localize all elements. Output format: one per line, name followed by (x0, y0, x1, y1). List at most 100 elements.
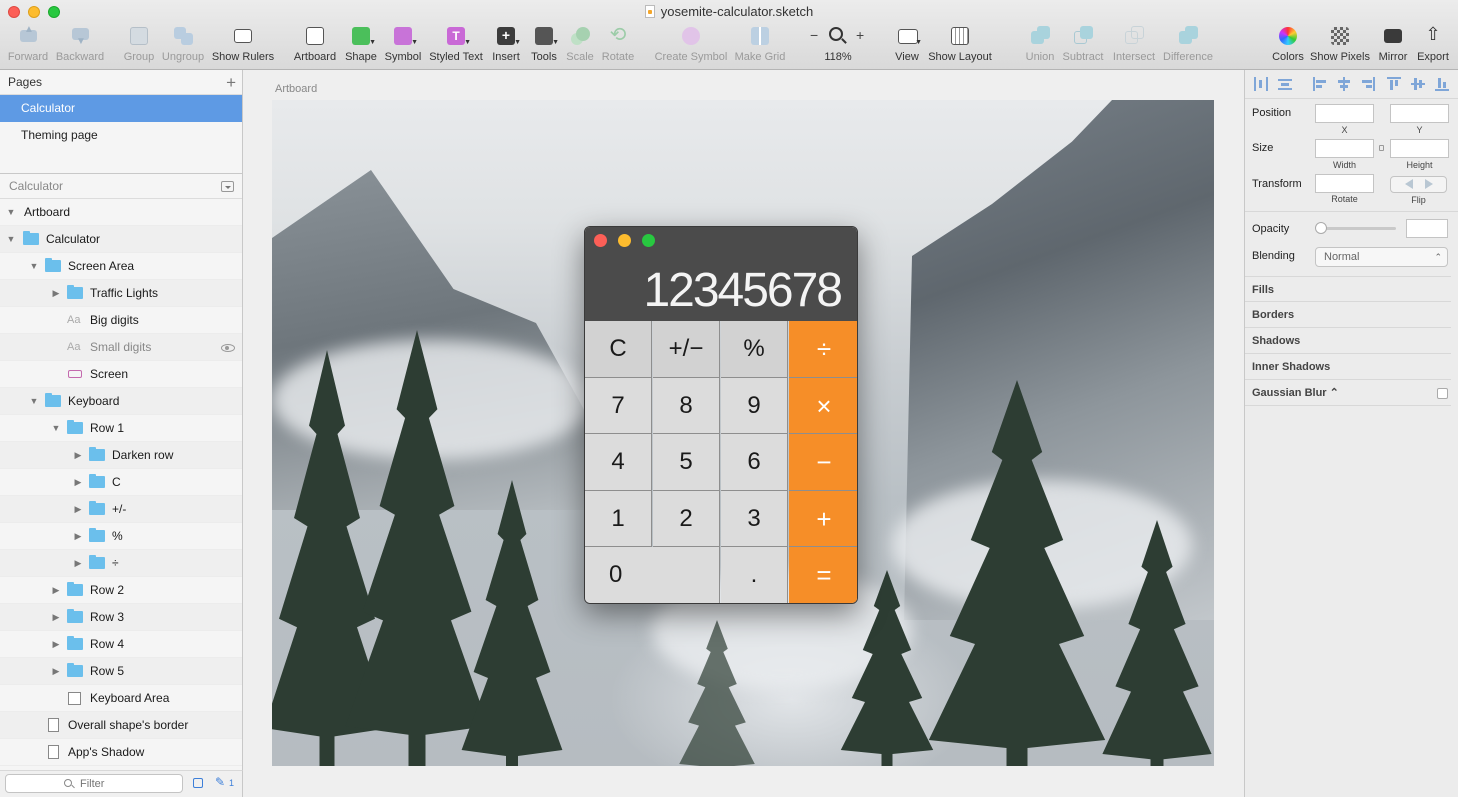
gaussian-blur-section[interactable]: Gaussian Blur ⌃ (1245, 380, 1451, 406)
flip-buttons[interactable] (1390, 176, 1447, 193)
layer-row[interactable]: Aa Big digits (0, 307, 242, 334)
calc-key[interactable]: 8 (653, 377, 720, 435)
layer-row[interactable]: Screen (0, 361, 242, 388)
calc-key[interactable]: 7 (585, 377, 652, 435)
page-item-calculator[interactable]: Calculator (0, 95, 242, 122)
layer-row[interactable]: ▼ Artboard (0, 199, 242, 226)
disclosure-expanded-icon[interactable]: ▼ (28, 253, 40, 280)
layer-row[interactable]: ▶ C (0, 469, 242, 496)
layer-row[interactable]: ▶ ÷ (0, 550, 242, 577)
scale-button[interactable]: Scale (564, 24, 596, 66)
calc-key[interactable]: . (721, 547, 788, 603)
align-right-icon[interactable] (1361, 77, 1375, 91)
disclosure-expanded-icon[interactable]: ▼ (50, 415, 62, 442)
styled-text-button[interactable]: T ▼ Styled Text (428, 24, 484, 66)
width-field[interactable] (1315, 139, 1374, 158)
opacity-slider-knob[interactable] (1315, 222, 1327, 234)
calc-key[interactable]: 6 (721, 434, 788, 491)
disclosure-collapsed-icon[interactable]: ▶ (50, 604, 62, 631)
zoom-control[interactable]: − + 118% (806, 24, 870, 66)
symbol-button[interactable]: ▼ Symbol (383, 24, 423, 66)
align-bottom-icon[interactable] (1435, 77, 1449, 91)
align-left-icon[interactable] (1313, 77, 1327, 91)
view-button[interactable]: ▼ View (890, 24, 924, 66)
layer-row[interactable]: ▶ Traffic Lights (0, 280, 242, 307)
disclosure-collapsed-icon[interactable]: ▶ (50, 577, 62, 604)
gaussian-blur-checkbox[interactable] (1437, 388, 1448, 399)
subtract-button[interactable]: Subtract (1060, 24, 1106, 66)
artboard-button[interactable]: Artboard (292, 24, 338, 66)
collapse-all-icon[interactable] (221, 181, 234, 192)
fills-section[interactable]: Fills (1245, 276, 1451, 302)
calc-key[interactable]: 9 (721, 377, 788, 435)
calc-key[interactable]: × (789, 377, 857, 435)
calc-key[interactable]: = (789, 547, 857, 603)
disclosure-collapsed-icon[interactable]: ▶ (72, 442, 84, 469)
disclosure-collapsed-icon[interactable]: ▶ (50, 280, 62, 307)
inner-shadows-section[interactable]: Inner Shadows (1245, 354, 1451, 380)
disclosure-expanded-icon[interactable]: ▼ (28, 388, 40, 415)
disclosure-collapsed-icon[interactable]: ▶ (72, 523, 84, 550)
calc-key[interactable]: 0 (585, 547, 720, 603)
distribute-vertical-icon[interactable] (1278, 77, 1292, 91)
layer-row[interactable]: App's Shadow (0, 739, 242, 766)
backward-button[interactable]: ▼ Backward (54, 24, 106, 66)
calc-key[interactable]: 5 (653, 434, 720, 491)
layer-row[interactable]: ▶ Row 4 (0, 631, 242, 658)
position-x-field[interactable] (1315, 104, 1374, 123)
layer-row[interactable]: ▶ Row 3 (0, 604, 242, 631)
disclosure-collapsed-icon[interactable]: ▶ (72, 550, 84, 577)
show-rulers-button[interactable]: Show Rulers (210, 24, 276, 66)
calc-key[interactable]: % (721, 321, 788, 378)
calc-key[interactable]: 4 (585, 434, 652, 491)
calc-key[interactable]: 2 (653, 490, 720, 548)
height-field[interactable] (1390, 139, 1449, 158)
group-button[interactable]: Group (120, 24, 158, 66)
disclosure-collapsed-icon[interactable]: ▶ (72, 469, 84, 496)
layer-row[interactable]: ▼ Screen Area (0, 253, 242, 280)
forward-button[interactable]: ▲ Forward (6, 24, 50, 66)
flip-horizontal-icon[interactable] (1405, 179, 1413, 189)
calc-key[interactable]: 3 (721, 490, 788, 548)
artboard[interactable]: 12345678 C +/−% ÷ 7 8 9 × 4 5 6− 1 2 3 +0. = (272, 100, 1214, 766)
layer-row[interactable]: Aa Small digits (0, 334, 242, 361)
artboard-title[interactable]: Artboard (275, 83, 317, 95)
page-item-theming-page[interactable]: Theming page (0, 122, 242, 149)
layer-row[interactable]: ▶ Darken row (0, 442, 242, 469)
disclosure-expanded-icon[interactable]: ▼ (5, 199, 17, 226)
align-middle-icon[interactable] (1411, 77, 1425, 91)
align-center-icon[interactable] (1337, 77, 1351, 91)
layer-row[interactable]: ▶ Row 5 (0, 658, 242, 685)
filter-input[interactable] (5, 774, 183, 793)
opacity-slider-track[interactable] (1320, 227, 1396, 230)
layer-row[interactable]: Overall shape's border (0, 712, 242, 739)
disclosure-collapsed-icon[interactable]: ▶ (72, 496, 84, 523)
shape-button[interactable]: ▼ Shape (343, 24, 379, 66)
layer-row[interactable]: Keyboard Area (0, 685, 242, 712)
position-y-field[interactable] (1390, 104, 1449, 123)
show-pixels-button[interactable]: Show Pixels (1309, 24, 1371, 66)
layer-row[interactable]: ▶ +/- (0, 496, 242, 523)
layer-row[interactable]: ▼ Keyboard (0, 388, 242, 415)
make-grid-button[interactable]: Make Grid (733, 24, 787, 66)
export-slices-icon[interactable] (193, 778, 203, 788)
align-top-icon[interactable] (1387, 77, 1401, 91)
calculator-app[interactable]: 12345678 C +/−% ÷ 7 8 9 × 4 5 6− 1 2 3 +0. = (584, 226, 858, 604)
create-symbol-button[interactable]: Create Symbol (653, 24, 729, 66)
blending-select[interactable]: Normal (1315, 247, 1448, 267)
mirror-button[interactable]: Mirror (1375, 24, 1411, 66)
calc-key[interactable]: 1 (585, 490, 652, 548)
layer-row[interactable]: ▶% (0, 523, 242, 550)
export-button[interactable]: ⇧ Export (1414, 24, 1452, 66)
colors-button[interactable]: Colors (1271, 24, 1305, 66)
calc-key[interactable]: − (789, 434, 857, 491)
layer-row[interactable]: ▶ Row 2 (0, 577, 242, 604)
zoom-out-button[interactable]: − (810, 27, 818, 43)
calc-key[interactable]: + (789, 490, 857, 548)
visibility-eye-icon[interactable] (221, 344, 235, 352)
rotate-button[interactable]: ⟲ Rotate (599, 24, 637, 66)
edit-pencil-icon[interactable]: ✎ (215, 775, 225, 789)
show-layout-button[interactable]: Show Layout (928, 24, 992, 66)
intersect-button[interactable]: Intersect (1110, 24, 1158, 66)
disclosure-collapsed-icon[interactable]: ▶ (50, 631, 62, 658)
